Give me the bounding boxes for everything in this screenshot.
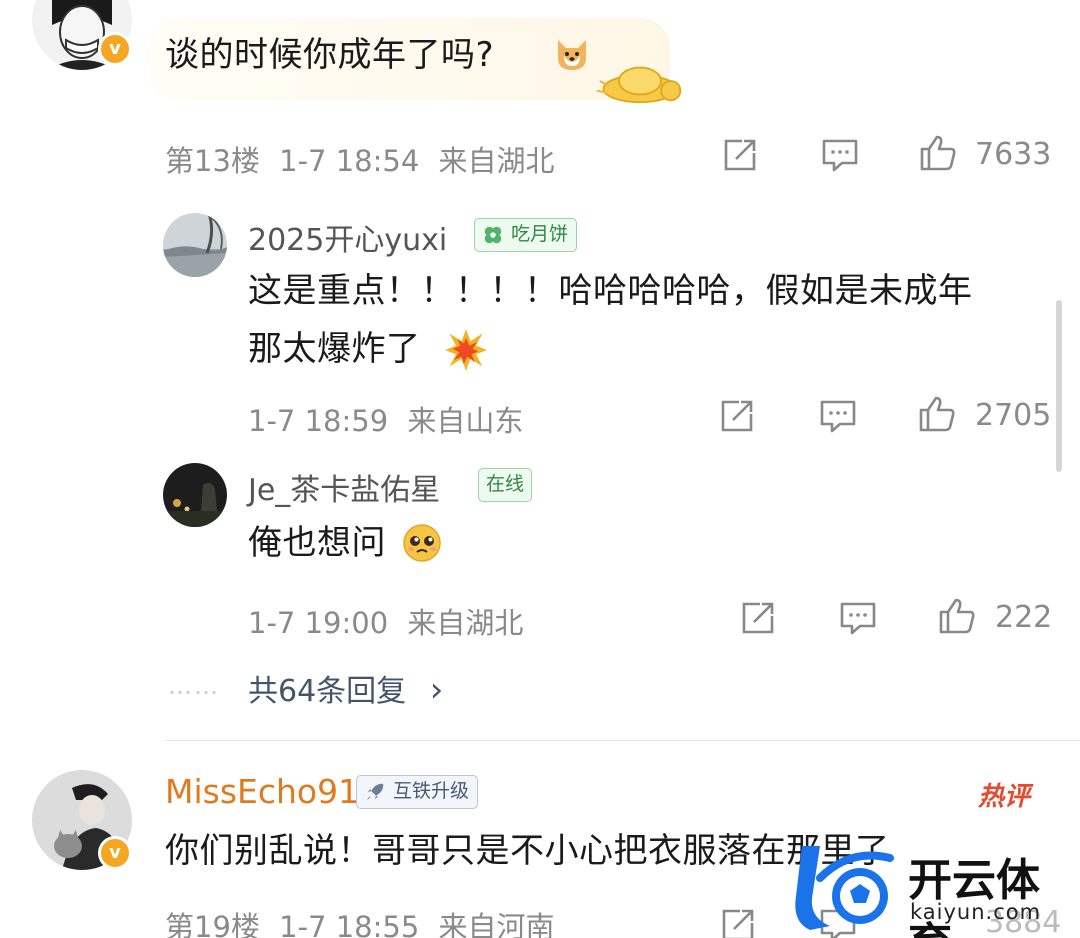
like-count: 222 bbox=[995, 600, 1053, 635]
timestamp: 1-7 19:00 bbox=[248, 606, 389, 640]
comment-meta: 第13楼 1-7 18:54 来自湖北 bbox=[165, 138, 555, 180]
reply-avatar[interactable] bbox=[163, 463, 227, 527]
more-replies-link[interactable]: 共64条回复 › bbox=[248, 666, 443, 710]
online-tag-label: 在线 bbox=[486, 473, 525, 495]
location: 来自河南 bbox=[438, 910, 555, 938]
timestamp: 1-7 18:54 bbox=[279, 144, 420, 178]
like-icon[interactable] bbox=[918, 133, 958, 173]
reply-meta: 1-7 18:59 来自山东 bbox=[248, 398, 523, 440]
more-dots: …… bbox=[168, 672, 220, 700]
comment-username[interactable]: MissEcho91 bbox=[165, 772, 359, 811]
like-count: 2705 bbox=[975, 398, 1052, 433]
user-tag: 吃月饼 bbox=[474, 218, 578, 252]
dog-emoji-icon bbox=[558, 40, 586, 70]
share-icon[interactable] bbox=[717, 396, 757, 436]
user-tag: 互铁升级 bbox=[356, 775, 479, 809]
comment-meta: 第19楼 1-7 18:55 来自河南 bbox=[165, 904, 555, 938]
avatar-image bbox=[163, 463, 227, 527]
floor-number: 第19楼 bbox=[165, 910, 260, 938]
comment-text: 谈的时候你成年了吗? bbox=[165, 35, 495, 75]
reply-username[interactable]: Je_茶卡盐佑星 bbox=[248, 465, 440, 509]
more-replies-label: 共64条回复 bbox=[248, 674, 407, 709]
reply-meta: 1-7 19:00 来自湖北 bbox=[248, 600, 523, 642]
explosion-emoji-icon bbox=[445, 329, 487, 371]
comment-icon[interactable] bbox=[818, 396, 858, 436]
chevron-right-icon: › bbox=[429, 670, 444, 710]
reply-text-line: 这是重点！！！！！哈哈哈哈哈，假如是未成年 bbox=[248, 271, 973, 311]
scrollbar[interactable] bbox=[1056, 300, 1062, 472]
reply-text-line: 那太爆炸了 bbox=[248, 326, 421, 372]
floor-number: 第13楼 bbox=[165, 144, 260, 178]
comment-icon[interactable] bbox=[838, 598, 878, 638]
like-icon[interactable] bbox=[917, 394, 957, 434]
share-icon[interactable] bbox=[718, 905, 758, 938]
pleading-emoji-icon bbox=[403, 524, 441, 562]
like-count: 7633 bbox=[975, 137, 1052, 172]
timestamp: 1-7 18:59 bbox=[248, 404, 389, 438]
user-tag-label: 互铁升级 bbox=[393, 780, 470, 802]
reply-username[interactable]: 2025开心yuxi bbox=[248, 215, 447, 259]
comment-text: 你们别乱说！哥哥只是不小心把衣服落在那里了 bbox=[165, 831, 890, 871]
timestamp: 1-7 18:55 bbox=[279, 910, 420, 938]
rocket-icon bbox=[366, 783, 384, 801]
user-tag-label: 吃月饼 bbox=[511, 223, 569, 245]
avatar-image bbox=[163, 213, 227, 277]
share-icon[interactable] bbox=[720, 135, 760, 175]
share-icon[interactable] bbox=[738, 598, 778, 638]
online-tag: 在线 bbox=[478, 468, 533, 502]
clover-icon bbox=[484, 226, 502, 244]
location: 来自湖北 bbox=[438, 144, 555, 178]
comment-icon[interactable] bbox=[820, 135, 860, 175]
soccer-ball-logo-icon bbox=[795, 846, 894, 930]
watermark-logo: 开云体育 kaiyun.com bbox=[790, 838, 1080, 938]
reply-text-content: 那太爆炸了 bbox=[248, 329, 421, 369]
verified-badge: v bbox=[98, 32, 132, 66]
divider bbox=[165, 740, 1080, 741]
like-icon[interactable] bbox=[937, 596, 977, 636]
location: 来自山东 bbox=[407, 404, 524, 438]
verified-badge: v bbox=[98, 836, 132, 870]
location: 来自湖北 bbox=[407, 606, 524, 640]
reply-text-content: 俺也想问 bbox=[248, 523, 386, 563]
reply-avatar[interactable] bbox=[163, 213, 227, 277]
hot-comment-badge: 热评 bbox=[978, 782, 1031, 812]
gold-ingot-icon bbox=[596, 66, 682, 104]
watermark-subtitle: kaiyun.com bbox=[910, 900, 1042, 924]
reply-text: 俺也想问 bbox=[248, 520, 386, 566]
